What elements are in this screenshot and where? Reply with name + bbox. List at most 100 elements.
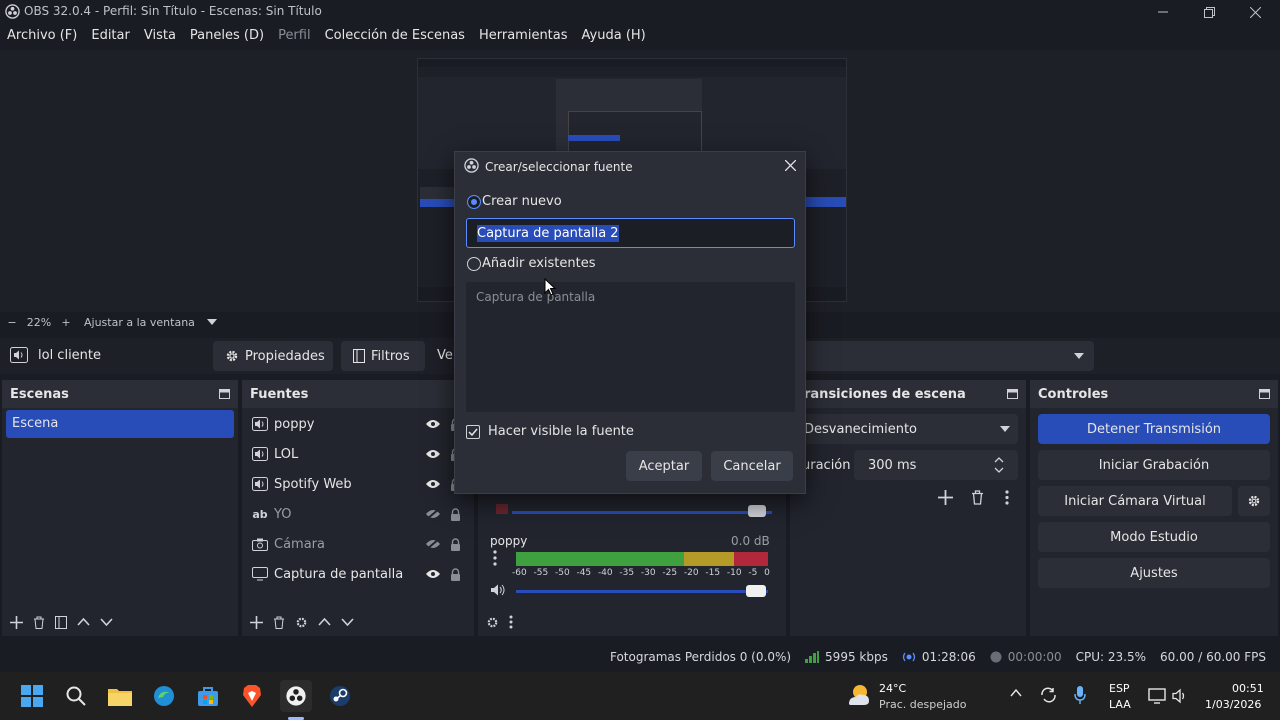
menu-archivo[interactable]: Archivo (F) (0, 26, 84, 46)
keyboard-layout[interactable]: LAA (1109, 698, 1131, 711)
dialog-title: Crear/seleccionar fuente (485, 160, 633, 174)
source-item[interactable]: Spotify Web (242, 469, 474, 499)
menu-ayuda[interactable]: Ayuda (H) (575, 26, 653, 46)
eye-icon[interactable] (422, 449, 444, 459)
filters-button[interactable]: Filtros (341, 341, 425, 371)
remove-scene-button[interactable] (33, 616, 45, 629)
remove-transition-button[interactable] (971, 490, 984, 505)
add-existing-option[interactable]: Añadir existentes (467, 256, 596, 271)
transition-more-icon[interactable] (1005, 490, 1009, 505)
spin-arrows-icon[interactable] (994, 455, 1004, 475)
create-new-radio[interactable] (467, 194, 481, 209)
zoom-dropdown-icon[interactable] (206, 319, 217, 325)
weather-desc: Prac. despejado (879, 698, 967, 711)
menu-vista[interactable]: Vista (137, 26, 183, 46)
menu-coleccion-escenas[interactable]: Colección de Escenas (318, 26, 472, 46)
windows-start-icon[interactable] (16, 680, 48, 712)
create-new-option[interactable]: Crear nuevo (467, 194, 562, 209)
move-source-down-button[interactable] (341, 618, 354, 626)
lock-icon[interactable] (444, 537, 466, 551)
device-select[interactable] (794, 341, 1094, 371)
scene-filters-button[interactable] (55, 615, 67, 629)
minimize-button[interactable] (1140, 2, 1186, 22)
network-icon[interactable] (1148, 688, 1166, 704)
settings-button[interactable]: Ajustes (1038, 558, 1270, 588)
edge-browser-icon[interactable] (148, 680, 180, 712)
source-item[interactable]: LOL (242, 439, 474, 469)
source-item[interactable]: Captura de pantalla (242, 559, 474, 589)
store-icon[interactable] (192, 680, 224, 712)
menu-herramientas[interactable]: Herramientas (472, 26, 575, 46)
input-language[interactable]: ESP (1109, 682, 1130, 695)
add-scene-button[interactable] (10, 615, 23, 629)
source-item[interactable]: poppy (242, 409, 474, 439)
close-window-button[interactable] (1232, 2, 1278, 22)
zoom-out-button[interactable]: − (0, 316, 24, 329)
make-visible-option[interactable]: Hacer visible la fuente (466, 424, 634, 439)
mixer-more-icon[interactable] (509, 615, 513, 629)
scale-label: -50 (554, 568, 570, 578)
clock-time[interactable]: 00:51 (1232, 682, 1264, 695)
weather-icon[interactable] (846, 682, 872, 708)
transition-select[interactable]: Desvanecimiento (796, 414, 1018, 444)
source-properties-gear-icon[interactable] (295, 616, 308, 629)
scene-item[interactable]: Escena (6, 410, 234, 438)
controls-header: Controles (1030, 380, 1278, 408)
undock-icon[interactable] (1259, 389, 1270, 399)
move-scene-down-button[interactable] (100, 618, 113, 626)
menu-editar[interactable]: Editar (84, 26, 137, 46)
volume-slider-handle[interactable] (746, 585, 766, 597)
lock-icon[interactable] (444, 567, 466, 581)
volume-slider-track[interactable] (516, 590, 768, 593)
obs-taskbar-icon[interactable] (280, 680, 312, 712)
restore-button[interactable] (1186, 2, 1232, 22)
fit-window-label[interactable]: Ajustar a la ventana (84, 316, 195, 329)
menu-perfil[interactable]: Perfil (271, 26, 318, 46)
properties-button[interactable]: Propiedades (213, 341, 333, 371)
add-existing-radio[interactable] (467, 256, 481, 271)
remove-source-button[interactable] (273, 616, 285, 629)
eye-icon[interactable] (422, 479, 444, 489)
source-name-input[interactable]: Captura de pantalla 2 (466, 218, 795, 248)
undock-icon[interactable] (219, 389, 230, 399)
dialog-close-icon[interactable] (785, 160, 796, 171)
move-source-up-button[interactable] (318, 618, 331, 626)
move-scene-up-button[interactable] (77, 618, 90, 626)
existing-sources-list[interactable]: Captura de pantalla (466, 282, 795, 412)
file-explorer-icon[interactable] (104, 680, 136, 712)
sync-icon[interactable] (1040, 687, 1057, 703)
accept-button[interactable]: Aceptar (626, 451, 702, 481)
virtual-camera-button[interactable]: Iniciar Cámara Virtual (1038, 486, 1232, 516)
lock-icon[interactable] (444, 507, 466, 521)
source-item[interactable]: Cámara (242, 529, 474, 559)
source-item[interactable]: ab YO (242, 499, 474, 529)
chevron-up-icon[interactable] (1010, 689, 1022, 697)
eye-icon[interactable] (422, 569, 444, 579)
volume-handle[interactable] (748, 505, 766, 517)
existing-source-item[interactable]: Captura de pantalla (466, 282, 795, 312)
zoom-in-button[interactable]: + (54, 316, 78, 329)
search-icon[interactable] (60, 680, 92, 712)
mixer-settings-gear-icon[interactable] (486, 616, 499, 629)
undock-icon[interactable] (1007, 389, 1018, 399)
virtual-camera-settings-button[interactable] (1238, 486, 1270, 516)
duration-spinbox[interactable]: 300 ms (854, 450, 1018, 480)
stop-stream-button[interactable]: Detener Transmisión (1038, 414, 1270, 444)
volume-icon[interactable] (1172, 688, 1188, 704)
make-visible-checkbox[interactable] (466, 424, 480, 439)
eye-icon[interactable] (422, 419, 444, 429)
studio-mode-button[interactable]: Modo Estudio (1038, 522, 1270, 552)
mute-speaker-icon[interactable] (490, 583, 506, 597)
eye-hidden-icon[interactable] (422, 538, 444, 550)
brave-browser-icon[interactable] (236, 680, 268, 712)
add-source-button[interactable] (250, 615, 263, 629)
microphone-icon[interactable] (1074, 686, 1086, 704)
mixer-menu-icon[interactable] (493, 550, 497, 566)
clock-date[interactable]: 1/03/2026 (1205, 698, 1261, 711)
start-recording-button[interactable]: Iniciar Grabación (1038, 450, 1270, 480)
menu-paneles[interactable]: Paneles (D) (183, 26, 271, 46)
steam-icon[interactable] (324, 680, 356, 712)
add-transition-button[interactable] (938, 490, 953, 505)
eye-hidden-icon[interactable] (422, 508, 444, 520)
cancel-button[interactable]: Cancelar (711, 451, 793, 481)
